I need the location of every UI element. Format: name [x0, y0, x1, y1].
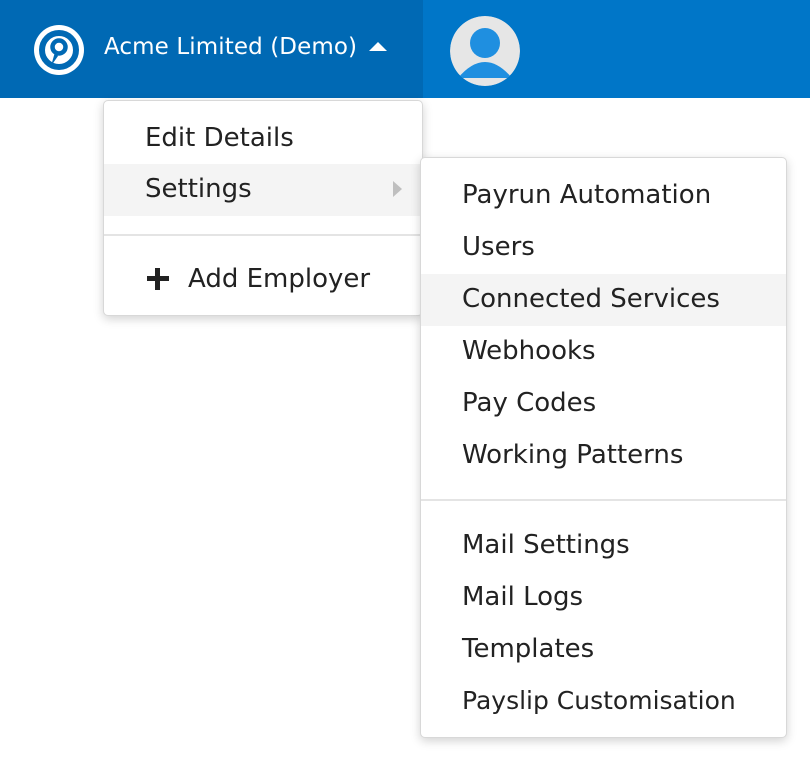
submenu-item-label: Templates: [462, 634, 595, 664]
menu-item-settings[interactable]: Settings: [104, 164, 422, 216]
submenu-arrow-icon: [393, 181, 402, 197]
employer-dropdown-menu: Edit Details Settings Add Employer: [103, 100, 423, 316]
submenu-item-label: Webhooks: [462, 336, 596, 366]
submenu-item-label: Connected Services: [462, 284, 720, 314]
submenu-item-label: Mail Settings: [462, 530, 630, 560]
settings-submenu: Payrun Automation Users Connected Servic…: [420, 157, 787, 738]
submenu-item-connected-services[interactable]: Connected Services: [421, 274, 786, 326]
submenu-item-working-patterns[interactable]: Working Patterns: [421, 430, 786, 482]
submenu-item-label: Users: [462, 232, 535, 262]
submenu-item-label: Working Patterns: [462, 440, 684, 470]
submenu-item-label: Payslip Customisation: [462, 686, 736, 715]
top-navigation-bar: Acme Limited (Demo): [0, 0, 810, 98]
menu-divider: [104, 234, 422, 236]
submenu-item-pay-codes[interactable]: Pay Codes: [421, 378, 786, 430]
submenu-item-templates[interactable]: Templates: [421, 624, 786, 676]
plus-icon: [147, 268, 169, 290]
add-employer-label: Add Employer: [188, 264, 371, 294]
submenu-item-label: Payrun Automation: [462, 180, 712, 210]
menu-item-edit-details[interactable]: Edit Details: [104, 117, 422, 165]
submenu-item-mail-settings[interactable]: Mail Settings: [421, 520, 786, 572]
user-avatar-icon[interactable]: [450, 16, 520, 86]
submenu-item-users[interactable]: Users: [421, 222, 786, 274]
submenu-item-mail-logs[interactable]: Mail Logs: [421, 572, 786, 624]
submenu-item-label: Pay Codes: [462, 388, 597, 418]
menu-item-label: Settings: [145, 174, 252, 204]
submenu-item-payslip-customisation[interactable]: Payslip Customisation: [421, 676, 786, 728]
menu-item-label: Edit Details: [145, 123, 294, 153]
location-pin-logo-icon: [34, 25, 84, 75]
submenu-item-webhooks[interactable]: Webhooks: [421, 326, 786, 378]
caret-up-icon: [369, 42, 387, 51]
submenu-item-payrun-automation[interactable]: Payrun Automation: [421, 170, 786, 222]
employer-name: Acme Limited (Demo): [104, 34, 358, 60]
employer-switcher-button[interactable]: Acme Limited (Demo): [0, 0, 423, 98]
submenu-item-label: Mail Logs: [462, 582, 584, 612]
menu-divider: [421, 499, 786, 501]
